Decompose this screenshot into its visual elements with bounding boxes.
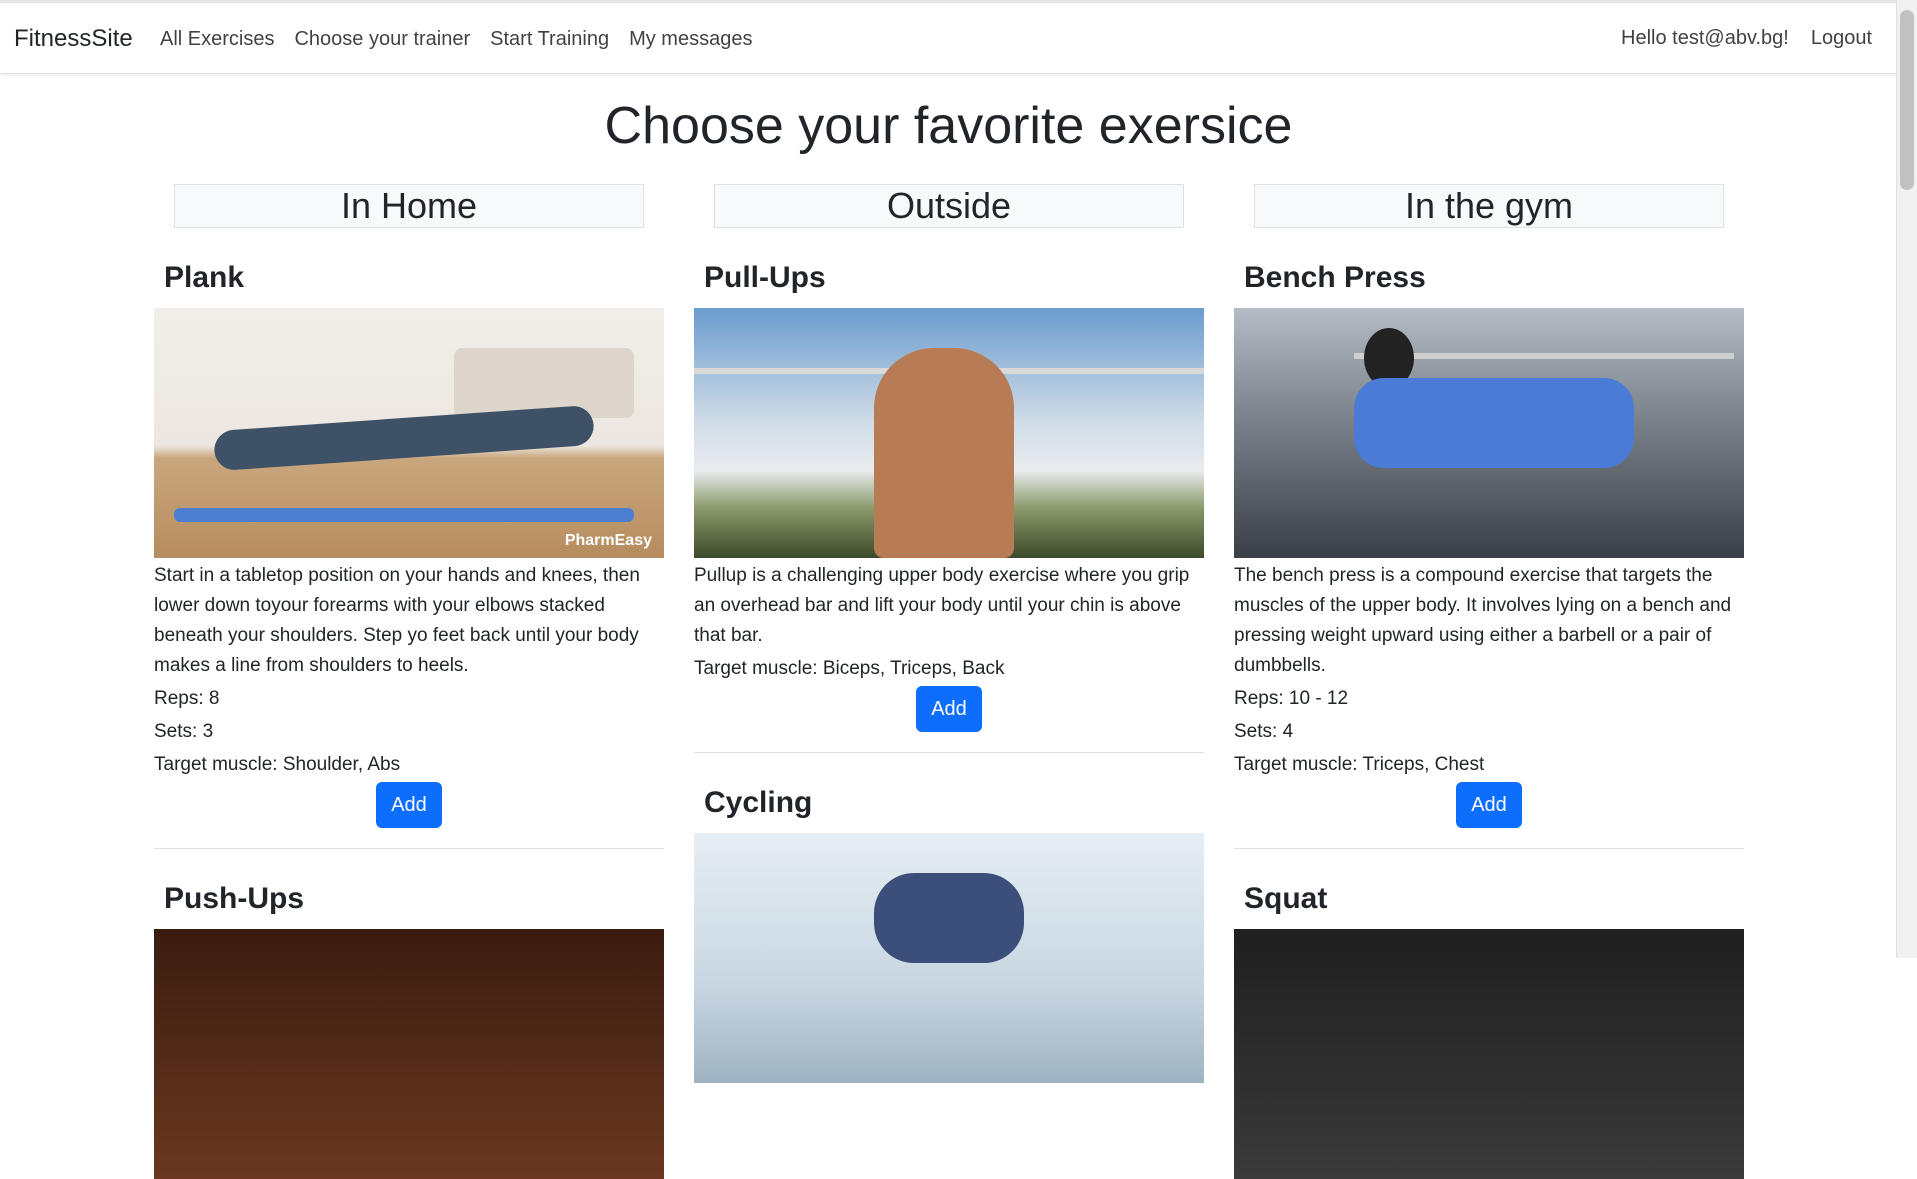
exercise-target: Target muscle: Triceps, Chest: [1234, 754, 1485, 775]
column-header: In the gym: [1254, 184, 1724, 228]
exercise-description: The bench press is a compound exercise t…: [1234, 565, 1732, 676]
exercise-description: Pullup is a challenging upper body exerc…: [694, 565, 1190, 646]
cyclist-shape: [874, 873, 1024, 963]
exercise-name: Plank: [164, 261, 245, 294]
nav-my-messages[interactable]: My messages: [629, 28, 752, 51]
column-header: Outside: [714, 184, 1184, 228]
exercise-description: Start in a tabletop position on your han…: [154, 565, 640, 676]
person-shape: [1354, 378, 1634, 468]
column-in-the-gym: In the gym Bench Press The bench press i…: [1234, 184, 1744, 1179]
mat-shape: [174, 508, 634, 522]
add-pull-ups-button[interactable]: Add: [916, 686, 982, 732]
logout-link[interactable]: Logout: [1811, 27, 1872, 50]
column-in-home: In Home Plank PharmEasy Start in a table…: [154, 184, 664, 1179]
exercise-sets: Sets: 3: [154, 721, 214, 742]
add-plank-button[interactable]: Add: [376, 782, 442, 828]
column-outside: Outside Pull-Ups Pullup is a challenging…: [694, 184, 1204, 1083]
exercise-image-plank: PharmEasy: [154, 308, 664, 558]
exercise-image-squat: [1234, 929, 1744, 1179]
person-shape: [874, 348, 1014, 558]
scrollbar-thumb[interactable]: [1900, 10, 1914, 190]
nav-links: All Exercises Choose your trainer Start …: [160, 28, 752, 51]
exercise-image-cycling: [694, 833, 1204, 1083]
exercise-name: Push-Ups: [164, 882, 305, 915]
exercise-card-bench-press: Bench Press The bench press is a compoun…: [1234, 258, 1744, 849]
brand-logo[interactable]: FitnessSite: [14, 25, 133, 53]
exercise-name: Bench Press: [1244, 261, 1426, 294]
exercise-reps: Reps: 10 - 12: [1234, 688, 1349, 709]
exercise-image-pull-ups: [694, 308, 1204, 558]
exercise-card-cycling: Cycling: [694, 783, 1204, 1083]
exercise-image-push-ups: [154, 929, 664, 1179]
person-shape: [213, 404, 595, 472]
exercise-card-pull-ups: Pull-Ups Pullup is a challenging upper b…: [694, 258, 1204, 753]
image-watermark: PharmEasy: [564, 532, 652, 549]
nav-all-exercises[interactable]: All Exercises: [160, 28, 274, 51]
exercise-reps: Reps: 8: [154, 688, 220, 709]
user-greeting[interactable]: Hello test@abv.bg!: [1621, 27, 1789, 50]
exercise-name: Squat: [1244, 882, 1328, 915]
exercise-name: Pull-Ups: [704, 261, 826, 294]
nav-user-area: Hello test@abv.bg! Logout: [1621, 27, 1872, 50]
exercise-card-push-ups: Push-Ups: [154, 879, 664, 1179]
nav-start-training[interactable]: Start Training: [490, 28, 609, 51]
exercise-target: Target muscle: Shoulder, Abs: [154, 754, 401, 775]
exercise-card-squat: Squat: [1234, 879, 1744, 1179]
exercise-name: Cycling: [704, 786, 813, 819]
divider: [154, 848, 664, 849]
exercise-card-plank: Plank PharmEasy Start in a tabletop posi…: [154, 258, 664, 849]
add-button-wrap: Add: [154, 782, 664, 828]
navbar: FitnessSite All Exercises Choose your tr…: [0, 3, 1897, 74]
exercise-sets: Sets: 4: [1234, 721, 1294, 742]
exercise-target: Target muscle: Biceps, Triceps, Back: [694, 658, 1005, 679]
nav-choose-trainer[interactable]: Choose your trainer: [294, 28, 470, 51]
exercise-image-bench-press: [1234, 308, 1744, 558]
add-button-wrap: Add: [694, 686, 1204, 732]
add-button-wrap: Add: [1234, 782, 1744, 828]
divider: [694, 752, 1204, 753]
page-title: Choose your favorite exersice: [604, 97, 1293, 155]
divider: [1234, 848, 1744, 849]
column-header: In Home: [174, 184, 644, 228]
add-bench-press-button[interactable]: Add: [1456, 782, 1522, 828]
scrollbar[interactable]: [1896, 0, 1917, 958]
